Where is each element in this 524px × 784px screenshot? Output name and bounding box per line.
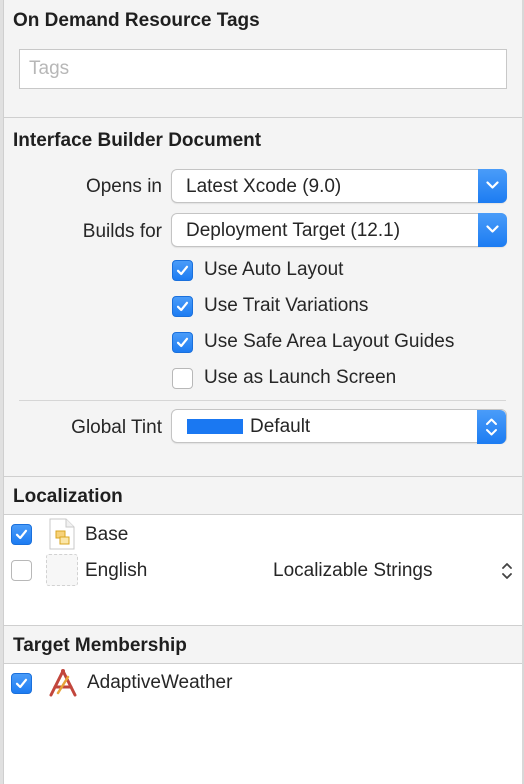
storyboard-file-icon <box>49 518 75 555</box>
localization-english-label: English <box>85 560 148 581</box>
global-tint-value: Default <box>250 416 311 437</box>
opens-in-popup[interactable]: Latest Xcode (9.0) <box>171 169 507 203</box>
blank-file-icon <box>46 554 78 586</box>
localization-english-type[interactable]: Localizable Strings <box>273 560 432 582</box>
tint-color-swatch <box>187 419 243 434</box>
global-tint-popup[interactable]: Default <box>171 409 507 444</box>
chevron-down-icon <box>478 213 507 247</box>
target-adaptiveweather-label: AdaptiveWeather <box>87 672 233 693</box>
opens-in-value: Latest Xcode (9.0) <box>186 176 342 197</box>
localization-list <box>4 515 522 625</box>
localization-base-checkbox[interactable] <box>11 524 32 545</box>
target-membership-list <box>4 664 522 784</box>
ib-subdivider <box>19 400 506 401</box>
ib-section-title: Interface Builder Document <box>13 130 262 151</box>
checkmark-icon <box>176 337 189 348</box>
checkmark-icon <box>15 678 28 689</box>
use-auto-layout-checkbox[interactable] <box>172 260 193 281</box>
use-as-launch-screen-label: Use as Launch Screen <box>204 367 397 388</box>
localization-divider <box>4 625 522 626</box>
chevron-down-icon <box>478 169 507 203</box>
app-target-icon <box>47 667 79 704</box>
inspector-panel: On Demand Resource Tags Interface Builde… <box>0 0 524 784</box>
odr-section-title: On Demand Resource Tags <box>13 10 260 31</box>
use-safe-area-checkbox[interactable] <box>172 332 193 353</box>
checkmark-icon <box>176 301 189 312</box>
updown-arrows-icon[interactable] <box>500 560 514 587</box>
localization-english-checkbox[interactable] <box>11 560 32 581</box>
target-adaptiveweather-checkbox[interactable] <box>11 673 32 694</box>
global-tint-label: Global Tint <box>71 417 162 438</box>
use-auto-layout-label: Use Auto Layout <box>204 259 344 280</box>
localization-base-label: Base <box>85 524 129 545</box>
checkmark-icon <box>176 265 189 276</box>
tags-input[interactable] <box>19 49 507 89</box>
builds-for-popup[interactable]: Deployment Target (12.1) <box>171 213 507 247</box>
use-trait-variations-checkbox[interactable] <box>172 296 193 317</box>
localization-section-title: Localization <box>13 486 123 507</box>
odr-divider <box>4 117 522 118</box>
updown-arrows-icon <box>477 410 506 444</box>
use-as-launch-screen-checkbox[interactable] <box>172 368 193 389</box>
use-safe-area-label: Use Safe Area Layout Guides <box>204 331 455 352</box>
target-membership-section-title: Target Membership <box>13 635 187 656</box>
checkmark-icon <box>15 529 28 540</box>
builds-for-value: Deployment Target (12.1) <box>186 220 401 241</box>
use-trait-variations-label: Use Trait Variations <box>204 295 369 316</box>
opens-in-label: Opens in <box>85 176 162 197</box>
ib-divider <box>4 476 522 477</box>
builds-for-label: Builds for <box>82 221 162 242</box>
